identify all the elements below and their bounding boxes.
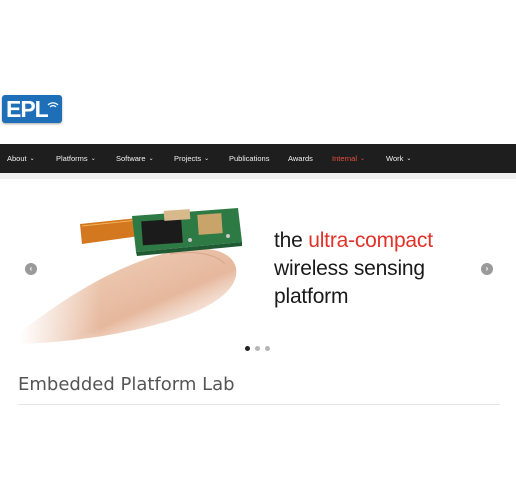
sensor-on-fingertip-image — [20, 182, 250, 344]
slide-dot-3[interactable] — [265, 346, 270, 351]
nav-item-software[interactable]: Software ⌄ — [116, 144, 154, 173]
nav-item-about[interactable]: About ⌄ — [7, 144, 35, 173]
site-logo[interactable]: EPL — [2, 95, 62, 123]
chevron-down-icon: ⌄ — [360, 156, 366, 162]
slide-dot-1[interactable] — [245, 346, 250, 351]
nav-item-internal[interactable]: Internal ⌄ — [332, 144, 365, 173]
chevron-down-icon: ⌄ — [204, 156, 210, 162]
site-title: Embedded Platform Lab — [18, 374, 235, 396]
nav-item-work[interactable]: Work ⌄ — [386, 144, 411, 173]
chevron-down-icon: ⌄ — [90, 156, 96, 162]
nav-item-publications[interactable]: Publications — [229, 144, 269, 173]
nav-item-projects[interactable]: Projects ⌄ — [174, 144, 209, 173]
wireless-signal-icon — [47, 102, 59, 108]
slider-prev-button[interactable]: ‹ — [25, 263, 37, 275]
chevron-down-icon: ⌄ — [148, 156, 154, 162]
chevron-down-icon: ⌄ — [406, 156, 412, 162]
hero-slider: the ultra-compact wireless sensing platf… — [0, 182, 516, 352]
slide-dot-2[interactable] — [255, 346, 260, 351]
nav-bottom-strip — [0, 173, 516, 179]
nav-item-awards[interactable]: Awards — [288, 144, 313, 173]
tagline-highlight: ultra-compact — [308, 229, 433, 252]
slider-pagination — [245, 346, 270, 352]
slider-next-button[interactable]: › — [481, 263, 493, 275]
nav-item-platforms[interactable]: Platforms ⌄ — [56, 144, 96, 173]
main-nav: About ⌄ Platforms ⌄ Software ⌄ Projects ⌄ Pu… — [0, 144, 516, 173]
chevron-down-icon: ⌄ — [29, 156, 35, 162]
logo-text: EPL — [6, 95, 49, 122]
slide-tagline: the ultra-compact wireless sensing platf… — [274, 229, 433, 308]
divider — [18, 404, 500, 405]
